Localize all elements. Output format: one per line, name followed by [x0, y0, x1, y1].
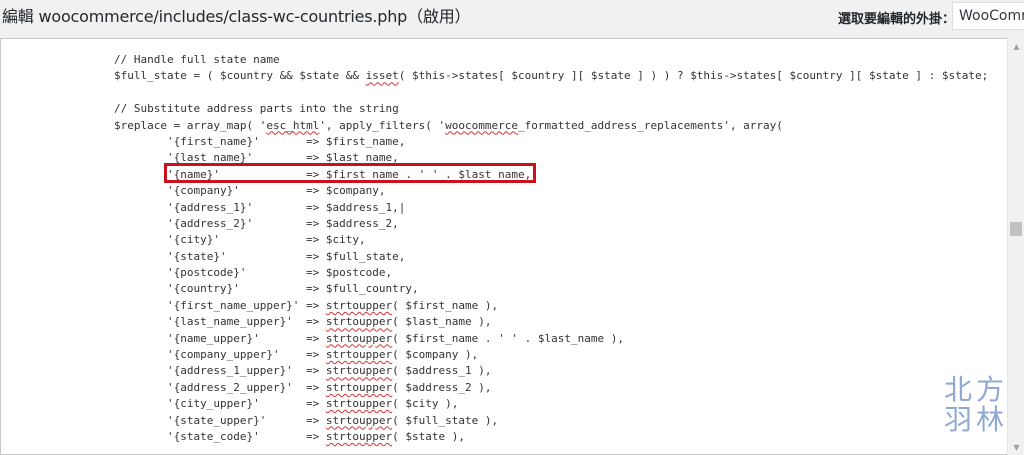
code-line: '{last_name_upper}' => strtoupper( $last… [114, 314, 988, 330]
code-line: '{postcode}' => $postcode, [114, 265, 988, 281]
scroll-thumb[interactable] [1010, 222, 1022, 236]
code-content[interactable]: // Handle full state name $full_state = (… [114, 52, 988, 445]
code-line: '{name_upper}' => strtoupper( $first_nam… [114, 331, 988, 347]
code-segment: _formatted_address_replacements', array( [518, 118, 783, 132]
code-line: '{state_upper}' => strtoupper( $full_sta… [114, 413, 988, 429]
code-segment: '{city_upper}' => [114, 397, 326, 411]
spellcheck-word: strtoupper [325, 331, 393, 345]
code-segment: ( $this->states[ $country ][ $state ] ) … [398, 69, 989, 83]
code-segment: '{address_1}' => $address_1,| [114, 200, 406, 214]
spellcheck-word: strtoupper [325, 413, 393, 427]
code-line: '{state_code}' => strtoupper( $state ), [114, 429, 988, 445]
code-line: '{city}' => $city, [114, 232, 988, 248]
code-segment: $replace = array_map( ' [114, 118, 267, 132]
code-segment: '{city}' => $city, [114, 233, 366, 247]
spellcheck-word: strtoupper [325, 298, 393, 312]
code-line: // Substitute address parts into the str… [114, 101, 988, 117]
spellcheck-word: esc_html [266, 118, 320, 132]
spellcheck-word: woocommerce [445, 118, 519, 132]
code-line: '{address_2_upper}' => strtoupper( $addr… [114, 380, 988, 396]
code-line: '{address_1_upper}' => strtoupper( $addr… [114, 363, 988, 379]
code-segment: ( $address_1 ), [392, 364, 492, 378]
code-segment: '{address_1_upper}' => [114, 364, 326, 378]
code-segment: // Handle full state name [114, 53, 280, 66]
code-segment: '{name_upper}' => [114, 331, 326, 345]
code-segment: '{company}' => $company, [114, 184, 386, 198]
code-segment: $full_state = ( $country && $state && [114, 69, 366, 83]
watermark-logo: 北方 羽林 [944, 375, 1008, 435]
code-line: $full_state = ( $country && $state && is… [114, 68, 988, 84]
code-segment: // Substitute address parts into the str… [114, 102, 399, 116]
spellcheck-word: strtoupper [325, 429, 393, 443]
plugin-select-label: 選取要編輯的外掛： [838, 12, 956, 27]
code-segment: '{postcode}' => $postcode, [114, 266, 393, 280]
code-segment: ( $last_name ), [392, 315, 492, 329]
code-segment: '{state_upper}' => [114, 413, 326, 427]
code-line: '{address_1}' => $address_1,| [114, 200, 988, 216]
spellcheck-word: strtoupper [325, 364, 393, 378]
code-line: '{city_upper}' => strtoupper( $city ), [114, 396, 988, 412]
scroll-down-icon[interactable]: ▼ [1008, 439, 1024, 455]
code-segment: ( $full_state ), [392, 413, 499, 427]
spellcheck-word: strtoupper [325, 348, 393, 362]
spellcheck-word: isset [365, 69, 399, 83]
code-segment: ( $state ), [392, 429, 466, 443]
code-segment: '{state}' => $full_state, [114, 249, 406, 263]
code-segment: ( $company ), [392, 348, 479, 362]
code-segment: '{first_name_upper}' => [114, 298, 326, 312]
editor-scrollbar[interactable]: ▲ ▼ [1007, 38, 1024, 455]
code-segment: '{state_code}' => [114, 429, 326, 443]
highlight-annotation-box [164, 163, 536, 183]
page-title: 編輯 woocommerce/includes/class-wc-countri… [2, 7, 471, 26]
code-segment: ( $city ), [392, 397, 459, 411]
watermark-line-1: 北方 [944, 373, 1009, 406]
code-line: '{company}' => $company, [114, 183, 988, 199]
code-segment: '{country}' => $full_country, [114, 282, 419, 296]
spellcheck-word: strtoupper [325, 397, 393, 411]
code-segment: '{first_name}' => $first_name, [114, 134, 406, 148]
spellcheck-word: strtoupper [325, 380, 393, 394]
code-line: '{company_upper}' => strtoupper( $compan… [114, 347, 988, 363]
scroll-up-icon[interactable]: ▲ [1008, 38, 1024, 54]
code-line: // Handle full state name [114, 52, 988, 68]
code-segment: ( $first_name ), [392, 298, 499, 312]
code-line: '{first_name_upper}' => strtoupper( $fir… [114, 298, 988, 314]
code-segment: '{company_upper}' => [114, 348, 326, 362]
code-segment: '{address_2}' => $address_2, [114, 216, 399, 230]
code-line: $replace = array_map( 'esc_html', apply_… [114, 118, 988, 134]
code-segment: ( $first_name . ' ' . $last_name ), [392, 331, 624, 345]
code-segment: '{last_name_upper}' => [114, 315, 326, 329]
spellcheck-word: strtoupper [325, 315, 393, 329]
code-line: '{country}' => $full_country, [114, 281, 988, 297]
code-line: '{address_2}' => $address_2, [114, 216, 988, 232]
plugin-select[interactable]: WooCommerce [952, 2, 1024, 30]
code-editor[interactable]: // Handle full state name $full_state = (… [0, 38, 1024, 455]
code-segment: ', apply_filters( ' [319, 118, 446, 132]
watermark-line-2: 羽林 [944, 403, 1009, 436]
code-line: '{state}' => $full_state, [114, 249, 988, 265]
code-line: '{first_name}' => $first_name, [114, 134, 988, 150]
code-segment: ( $address_2 ), [392, 380, 492, 394]
page-header: 編輯 woocommerce/includes/class-wc-countri… [0, 0, 1024, 32]
code-segment: '{address_2_upper}' => [114, 380, 326, 394]
